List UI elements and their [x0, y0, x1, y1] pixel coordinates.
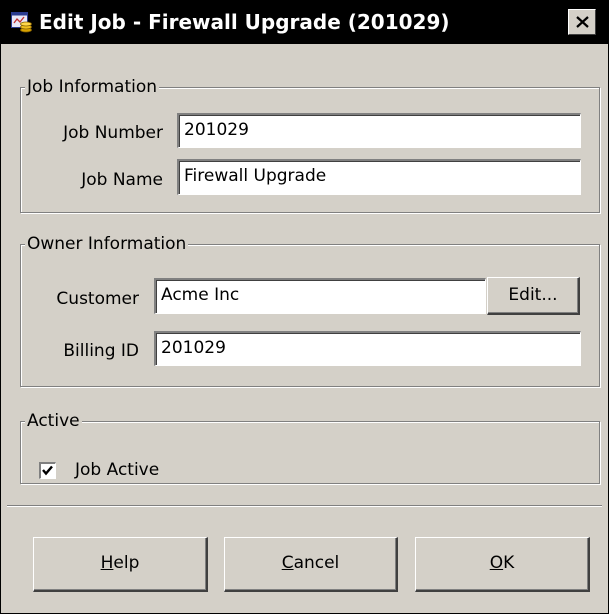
cancel-mnemonic: C	[281, 553, 294, 573]
window-title: Edit Job - Firewall Upgrade (201029)	[39, 10, 450, 34]
active-legend: Active	[25, 410, 82, 432]
cancel-button[interactable]: Cancel	[224, 537, 398, 592]
edit-job-dialog: Edit Job - Firewall Upgrade (201029) Job…	[0, 0, 609, 614]
job-information-legend: Job Information	[25, 76, 160, 98]
job-information-group: Job Information Job Number 201029 Job Na…	[20, 76, 600, 213]
job-name-label: Job Name	[81, 170, 163, 190]
edit-customer-button[interactable]: Edit...	[487, 277, 580, 315]
close-button[interactable]	[568, 9, 596, 35]
job-active-checkbox[interactable]	[39, 462, 56, 479]
owner-information-group: Owner Information Customer Acme Inc Edit…	[20, 233, 600, 387]
button-separator	[7, 505, 602, 507]
job-number-field[interactable]: 201029	[177, 113, 581, 148]
customer-field[interactable]: Acme Inc	[154, 278, 486, 314]
billing-id-field[interactable]: 201029	[154, 331, 581, 366]
help-mnemonic: H	[100, 553, 114, 573]
active-group: Active Job Active	[20, 410, 600, 484]
job-name-field[interactable]: Firewall Upgrade	[177, 159, 581, 195]
cancel-label: ancel	[293, 553, 340, 573]
billing-id-label: Billing ID	[63, 341, 139, 361]
close-icon	[576, 16, 589, 28]
title-bar[interactable]: Edit Job - Firewall Upgrade (201029)	[1, 1, 608, 44]
job-number-label: Job Number	[63, 123, 163, 143]
ok-label: K	[503, 553, 515, 573]
job-app-icon	[11, 11, 33, 33]
ok-mnemonic: O	[489, 553, 504, 573]
help-label: elp	[113, 553, 140, 573]
checkmark-icon	[42, 465, 53, 476]
owner-information-legend: Owner Information	[25, 233, 189, 255]
ok-button[interactable]: OK	[415, 537, 590, 592]
job-active-label[interactable]: Job Active	[75, 459, 159, 481]
customer-label: Customer	[56, 289, 139, 309]
help-button[interactable]: Help	[33, 537, 208, 592]
